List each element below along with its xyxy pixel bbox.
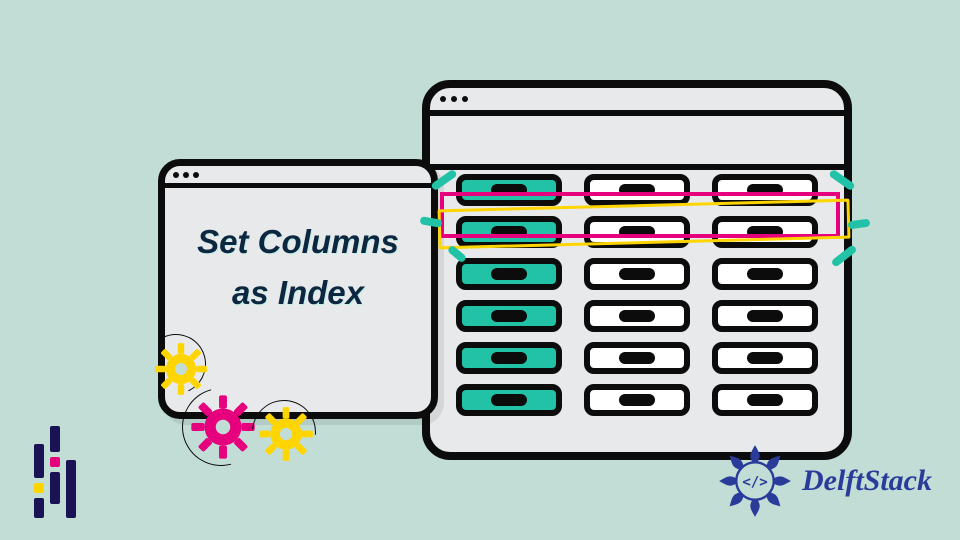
brand-name: DelftStack [802, 464, 932, 498]
data-cell [584, 300, 690, 332]
bars-logo-icon [34, 440, 76, 518]
index-cell [456, 384, 562, 416]
data-cell [584, 258, 690, 290]
index-cell [456, 342, 562, 374]
cell-value-icon [619, 310, 655, 322]
hero-line-2: as Index [175, 267, 421, 318]
window-subbar [430, 116, 844, 170]
cell-value-icon [491, 394, 527, 406]
data-cell [712, 300, 818, 332]
data-cell [584, 384, 690, 416]
delftstack-logo: </> DelftStack [716, 442, 932, 520]
window-titlebar [430, 88, 844, 116]
window-control-dot [462, 96, 468, 102]
hero-line-1: Set Columns [175, 216, 421, 267]
burst-tick-icon [848, 219, 871, 230]
cell-value-icon [619, 268, 655, 280]
data-cell [584, 342, 690, 374]
window-control-dot [173, 172, 179, 178]
spreadsheet-window [422, 80, 852, 460]
cell-value-icon [491, 268, 527, 280]
data-cell [712, 384, 818, 416]
cell-value-icon [619, 352, 655, 364]
gear-icon [258, 406, 314, 462]
cell-value-icon [491, 310, 527, 322]
window-control-dot [183, 172, 189, 178]
window-titlebar [165, 166, 431, 188]
table-row [440, 300, 834, 332]
table-row [440, 258, 834, 290]
mandala-code-icon: </> [716, 442, 794, 520]
cell-value-icon [747, 394, 783, 406]
cell-value-icon [747, 310, 783, 322]
index-cell [456, 258, 562, 290]
gear-icon [190, 394, 256, 460]
data-cell [712, 258, 818, 290]
window-control-dot [451, 96, 457, 102]
cell-value-icon [747, 268, 783, 280]
table-row [440, 342, 834, 374]
data-cell [712, 342, 818, 374]
cell-value-icon [491, 352, 527, 364]
window-control-dot [440, 96, 446, 102]
table-row [440, 384, 834, 416]
hero-title: Set Columns as Index [165, 188, 431, 318]
cell-value-icon [747, 352, 783, 364]
index-cell [456, 300, 562, 332]
svg-text:</>: </> [742, 474, 767, 490]
gear-icon [154, 342, 208, 396]
cell-value-icon [619, 394, 655, 406]
window-control-dot [193, 172, 199, 178]
